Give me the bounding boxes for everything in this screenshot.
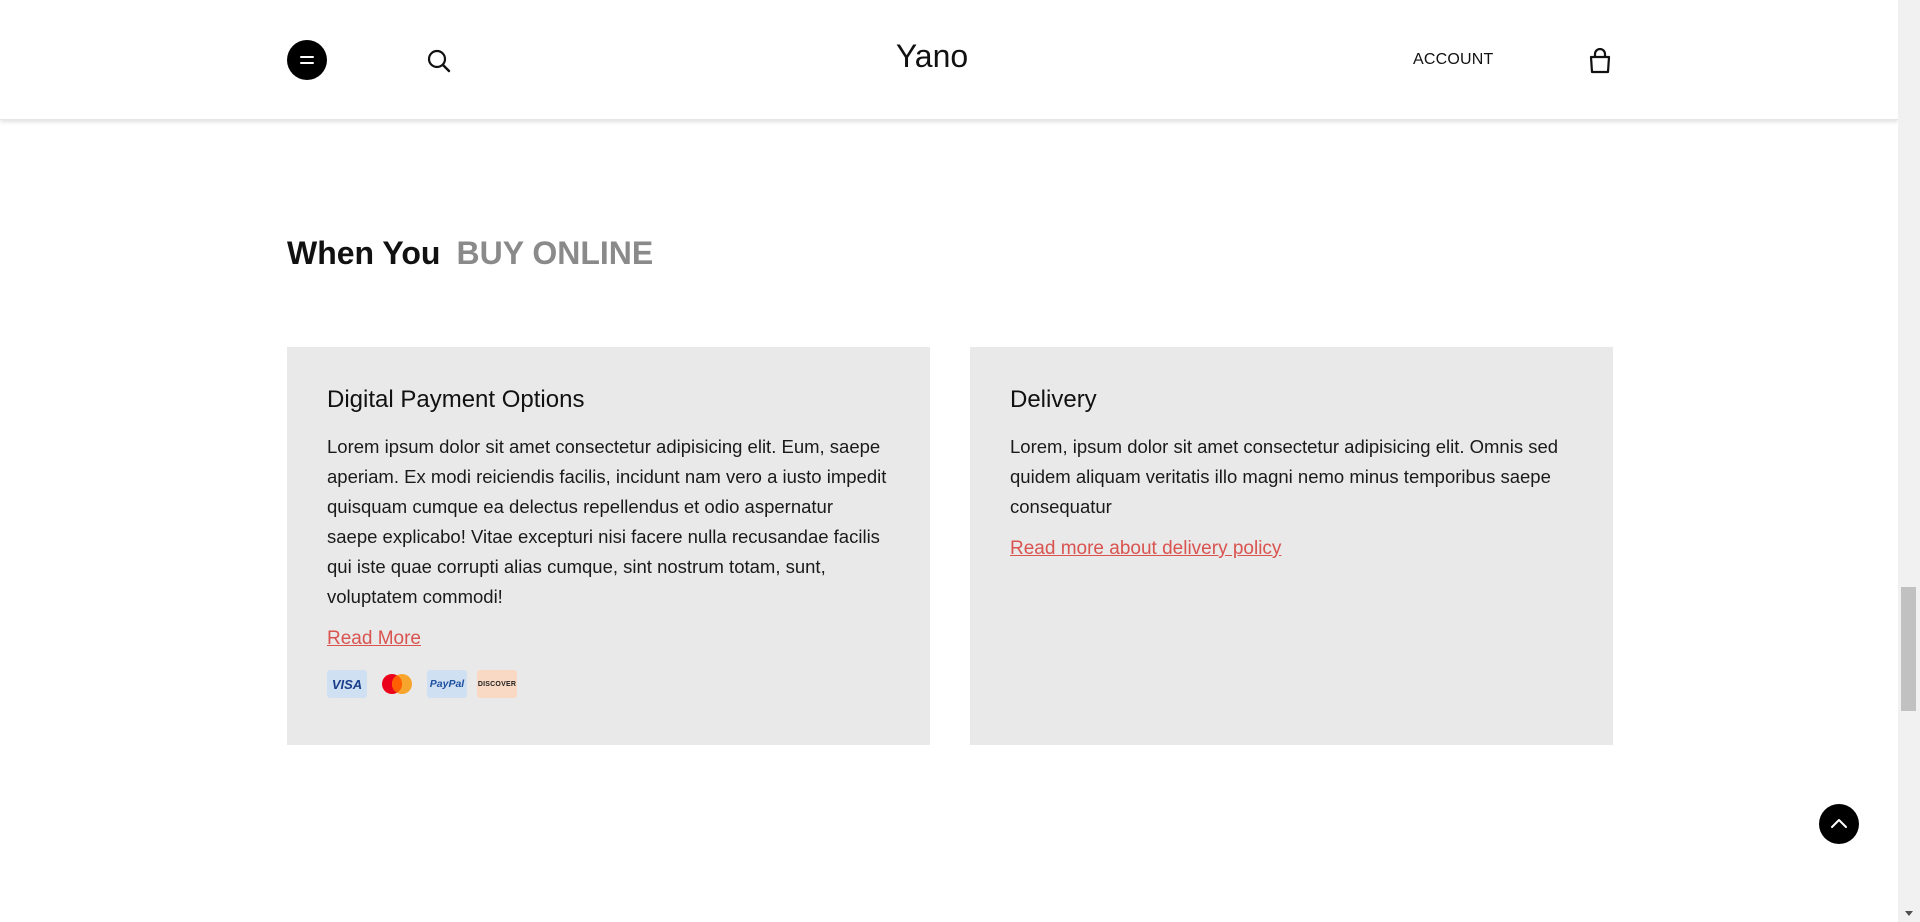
payment-icons: VISA PayPal DISCOVER (327, 670, 887, 698)
chevron-up-icon (1831, 819, 1847, 828)
account-link[interactable]: ACCOUNT (1413, 51, 1494, 69)
payment-options-card: Digital Payment Options Lorem ipsum dolo… (287, 347, 930, 745)
paypal-label: PayPal (429, 678, 465, 690)
card-text: Lorem ipsum dolor sit amet consectetur a… (327, 436, 887, 607)
mastercard-icon (377, 670, 417, 698)
scrollbar-thumb[interactable] (1901, 587, 1916, 711)
card-text: Lorem, ipsum dolor sit amet consectetur … (1010, 436, 1559, 517)
cart-button[interactable] (1588, 47, 1612, 74)
brand-logo[interactable]: Yano (0, 38, 1864, 75)
shopping-bag-icon (1589, 47, 1611, 74)
visa-icon: VISA (327, 670, 367, 698)
section-heading: When You BUY ONLINE (287, 235, 653, 272)
scrollbar[interactable] (1898, 0, 1920, 922)
section-heading-secondary: BUY ONLINE (456, 234, 654, 271)
site-header: Yano ACCOUNT (0, 0, 1898, 120)
discover-label: DISCOVER (477, 680, 517, 688)
card-title: Delivery (1010, 386, 1097, 413)
page: Yano ACCOUNT When You BUY ONLINE Digital … (0, 0, 1898, 922)
discover-icon: DISCOVER (477, 670, 517, 698)
scroll-down-arrow-icon[interactable] (1905, 911, 1913, 916)
delivery-card: Delivery Lorem, ipsum dolor sit amet con… (970, 347, 1613, 745)
section-heading-primary: When You (287, 234, 441, 271)
read-more-link[interactable]: Read More (327, 628, 421, 650)
paypal-icon: PayPal (427, 670, 467, 698)
visa-label: VISA (331, 676, 363, 692)
mastercard-logo (382, 674, 412, 694)
back-to-top-button[interactable] (1819, 804, 1859, 844)
card-title: Digital Payment Options (327, 386, 585, 413)
delivery-policy-link[interactable]: Read more about delivery policy (1010, 538, 1281, 560)
